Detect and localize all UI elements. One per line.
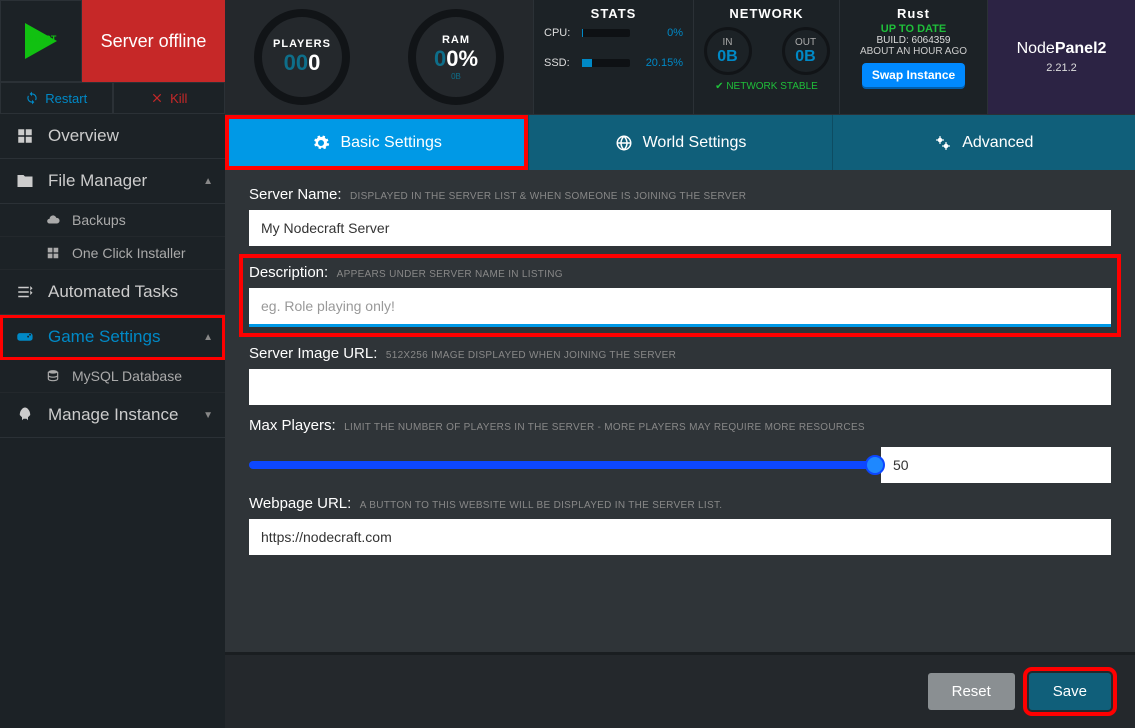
network-stable-badge: ✔ NETWORK STABLE [715,81,818,92]
field-image-url: Server Image URL: 512x256 image displaye… [249,345,1111,405]
grid-icon [16,127,34,145]
installer-icon [46,246,60,260]
gamepad-icon [16,328,34,346]
gear-icon [312,134,330,152]
sidebar-item-label: MySQL Database [72,368,182,384]
kill-button[interactable]: Kill [113,82,226,114]
brand-panel: NodePanel2 2.21.2 [987,0,1135,114]
sidebar-item-backups[interactable]: Backups [0,204,225,237]
sidebar-item-label: Automated Tasks [48,282,178,302]
webpage-url-input[interactable] [249,519,1111,555]
field-max-players: Max Players: Limit the number of players… [249,417,1111,483]
swap-instance-button[interactable]: Swap Instance [862,63,965,87]
game-column: Rust UP TO DATE BUILD: 6064359 ABOUT AN … [839,0,987,114]
rocket-icon [16,406,34,424]
network-out: OUT 0B [782,27,830,75]
slider-thumb[interactable] [865,455,885,475]
cloud-icon [46,213,60,227]
players-gauge: PLAYERS 000 [247,2,357,112]
server-status: Server offline [82,0,225,82]
chevron-up-icon: ▲ [203,332,213,343]
sidebar-item-mysql[interactable]: MySQL Database [0,360,225,393]
network-column: NETWORK IN 0B OUT 0B ✔ NETWORK STABLE [693,0,839,114]
network-in: IN 0B [704,27,752,75]
reset-button[interactable]: Reset [928,673,1015,710]
chevron-down-icon: ▼ [203,410,213,421]
sidebar-item-label: Overview [48,126,119,146]
chevron-up-icon: ▲ [203,176,213,187]
sidebar: START Server offline Restart Kill Overvi… [0,0,225,728]
sidebar-item-one-click[interactable]: One Click Installer [0,237,225,270]
server-name-input[interactable] [249,210,1111,246]
sidebar-item-label: One Click Installer [72,245,186,261]
globe-icon [615,134,633,152]
restart-icon [25,91,39,105]
save-button[interactable]: Save [1029,673,1111,710]
sidebar-item-file-manager[interactable]: File Manager ▲ [0,159,225,204]
ram-gauge: RAM 00% 0B [401,2,511,112]
restart-button[interactable]: Restart [0,82,113,114]
image-url-input[interactable] [249,369,1111,405]
field-description: Description: Appears under server name i… [243,258,1117,333]
start-button[interactable]: START [0,0,82,82]
field-server-name: Server Name: Displayed in the server lis… [249,186,1111,246]
sidebar-item-label: Manage Instance [48,405,178,425]
stats-bar: PLAYERS 000 RAM 00% 0B STATS CPU: [225,0,1135,115]
close-icon [150,91,164,105]
tab-world-settings[interactable]: World Settings [528,115,831,170]
stats-column: STATS CPU: 0% SSD: 20.15% [533,0,693,114]
form-area: Server Name: Displayed in the server lis… [225,170,1135,652]
description-input[interactable] [249,288,1111,327]
tab-basic-settings[interactable]: Basic Settings [225,115,528,170]
tasks-icon [16,283,34,301]
gears-icon [934,134,952,152]
field-webpage-url: Webpage URL: A button to this website wi… [249,495,1111,555]
max-players-value[interactable] [881,447,1111,483]
folder-icon [16,172,34,190]
sidebar-item-label: File Manager [48,171,147,191]
max-players-slider[interactable] [249,461,881,469]
database-icon [46,369,60,383]
sidebar-item-manage-instance[interactable]: Manage Instance ▼ [0,393,225,438]
footer: Reset Save [225,652,1135,728]
settings-tabs: Basic Settings World Settings Advanced [225,115,1135,170]
sidebar-item-overview[interactable]: Overview [0,114,225,159]
sidebar-item-automated-tasks[interactable]: Automated Tasks [0,270,225,315]
sidebar-item-game-settings[interactable]: Game Settings ▲ [0,315,225,360]
sidebar-item-label: Backups [72,212,126,228]
tab-advanced[interactable]: Advanced [832,115,1135,170]
sidebar-item-label: Game Settings [48,327,160,347]
